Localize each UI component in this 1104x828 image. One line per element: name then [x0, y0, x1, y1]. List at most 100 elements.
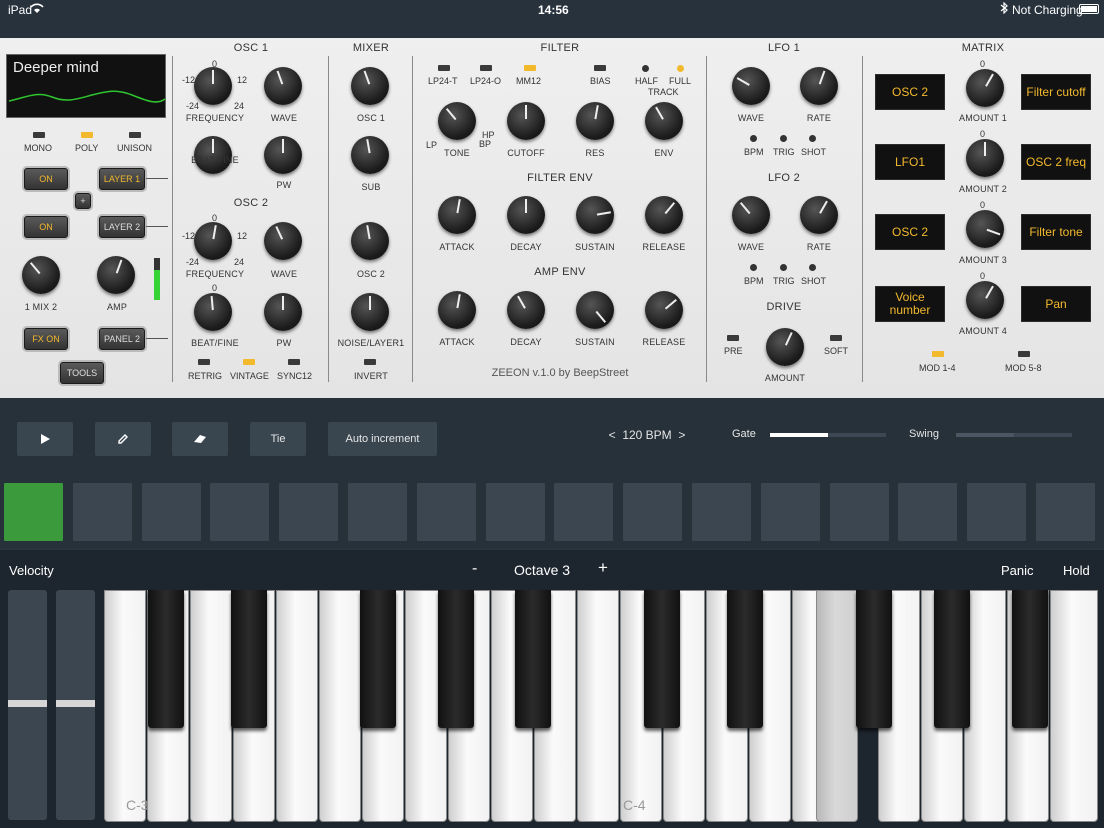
poly-led[interactable] [81, 132, 93, 138]
sequencer-step[interactable] [898, 483, 958, 541]
lfo2-bpm-dot[interactable] [750, 264, 757, 271]
tone-knob[interactable] [438, 102, 476, 140]
full-dot[interactable] [677, 65, 684, 72]
black-key[interactable] [360, 590, 396, 728]
auto-increment-button[interactable]: Auto increment [328, 422, 437, 456]
osc2-wave-knob[interactable] [264, 222, 302, 260]
sequencer-step[interactable] [760, 483, 820, 541]
amp-knob[interactable] [97, 256, 135, 294]
octave-up-button[interactable]: + [598, 558, 608, 578]
mixer-noise-knob[interactable] [351, 293, 389, 331]
matrix-dest-2[interactable]: OSC 2 freq [1021, 144, 1091, 180]
sequencer-step[interactable] [554, 483, 614, 541]
osc2-beat-knob[interactable] [194, 293, 232, 331]
white-key[interactable] [964, 590, 1006, 822]
matrix-dest-4[interactable]: Pan [1021, 286, 1091, 322]
invert-led[interactable] [364, 359, 376, 365]
white-key[interactable] [104, 590, 146, 822]
amp-decay-knob[interactable] [507, 291, 545, 329]
matrix-source-1[interactable]: OSC 2 [875, 74, 945, 110]
sequencer-step[interactable] [416, 483, 476, 541]
bias-led[interactable] [594, 65, 606, 71]
sequencer-step[interactable] [485, 483, 545, 541]
env-knob[interactable] [645, 102, 683, 140]
white-key[interactable] [577, 590, 619, 822]
white-key[interactable] [276, 590, 318, 822]
sequencer-step[interactable] [4, 483, 63, 541]
layer2-button[interactable]: LAYER 2 [99, 216, 145, 238]
panel2-button[interactable]: PANEL 2 [99, 328, 145, 350]
white-key[interactable] [1050, 590, 1098, 822]
preset-display[interactable]: Deeper mind [6, 54, 166, 118]
lp24o-led[interactable] [480, 65, 492, 71]
matrix-dest-3[interactable]: Filter tone [1021, 214, 1091, 250]
sequencer-step[interactable] [279, 483, 339, 541]
lfo1-shot-dot[interactable] [809, 135, 816, 142]
black-key[interactable] [644, 590, 680, 728]
lfo1-wave-knob[interactable] [732, 67, 770, 105]
tools-button[interactable]: TOOLS [60, 362, 104, 384]
black-key[interactable] [515, 590, 551, 728]
res-knob[interactable] [576, 102, 614, 140]
lfo2-rate-knob[interactable] [800, 196, 838, 234]
pencil-button[interactable] [95, 422, 151, 456]
amp-release-knob[interactable] [645, 291, 683, 329]
swing-slider[interactable] [956, 433, 1072, 437]
osc2-pw-knob[interactable] [264, 293, 302, 331]
sync12-led[interactable] [288, 359, 300, 365]
osc1-wave-knob[interactable] [264, 67, 302, 105]
layer1-on-button[interactable]: ON [24, 168, 68, 190]
black-key[interactable] [148, 590, 184, 728]
osc1-pw-knob[interactable] [264, 136, 302, 174]
mono-led[interactable] [33, 132, 45, 138]
mixer-sub-knob[interactable] [351, 136, 389, 174]
sequencer-step[interactable] [967, 483, 1027, 541]
lfo1-rate-knob[interactable] [800, 67, 838, 105]
layer2-on-button[interactable]: ON [24, 216, 68, 238]
black-key[interactable] [438, 590, 474, 728]
lfo1-trig-dot[interactable] [780, 135, 787, 142]
black-key[interactable] [231, 590, 267, 728]
black-key[interactable] [934, 590, 970, 728]
sequencer-step[interactable] [692, 483, 751, 541]
sequencer-step[interactable] [1036, 483, 1095, 541]
lfo2-shot-dot[interactable] [809, 264, 816, 271]
osc1-frequency-knob[interactable] [194, 67, 232, 105]
black-key[interactable] [727, 590, 763, 728]
mod14-led[interactable] [932, 351, 944, 357]
link-layers-button[interactable]: + [75, 193, 91, 209]
unison-led[interactable] [129, 132, 141, 138]
filter-release-knob[interactable] [645, 196, 683, 234]
lfo1-bpm-dot[interactable] [750, 135, 757, 142]
lfo2-wave-knob[interactable] [732, 196, 770, 234]
cutoff-knob[interactable] [507, 102, 545, 140]
lfo2-trig-dot[interactable] [780, 264, 787, 271]
black-key[interactable] [856, 590, 892, 728]
eraser-button[interactable] [172, 422, 228, 456]
filter-decay-knob[interactable] [507, 196, 545, 234]
fx-on-button[interactable]: FX ON [24, 328, 68, 350]
drive-amount-knob[interactable] [766, 328, 804, 366]
tie-button[interactable]: Tie [250, 422, 306, 456]
matrix-amount4-knob[interactable] [966, 281, 1004, 319]
matrix-source-3[interactable]: OSC 2 [875, 214, 945, 250]
amp-attack-knob[interactable] [438, 291, 476, 329]
matrix-source-4[interactable]: Voice number [875, 286, 945, 322]
mm12-led[interactable] [524, 65, 536, 71]
sequencer-step[interactable] [210, 483, 270, 541]
white-key[interactable] [319, 590, 361, 822]
mod58-led[interactable] [1018, 351, 1030, 357]
velocity-fader-1[interactable] [8, 590, 47, 820]
pre-led[interactable] [727, 335, 739, 341]
gate-slider[interactable] [770, 433, 886, 437]
sequencer-step[interactable] [348, 483, 407, 541]
octave-down-button[interactable]: - [472, 560, 477, 578]
retrig-led[interactable] [198, 359, 210, 365]
sequencer-step[interactable] [829, 483, 889, 541]
black-key[interactable] [1012, 590, 1048, 728]
matrix-amount2-knob[interactable] [966, 139, 1004, 177]
amp-sustain-knob[interactable] [576, 291, 614, 329]
osc2-frequency-knob[interactable] [194, 222, 232, 260]
sequencer-step[interactable] [141, 483, 201, 541]
sequencer-step[interactable] [623, 483, 683, 541]
